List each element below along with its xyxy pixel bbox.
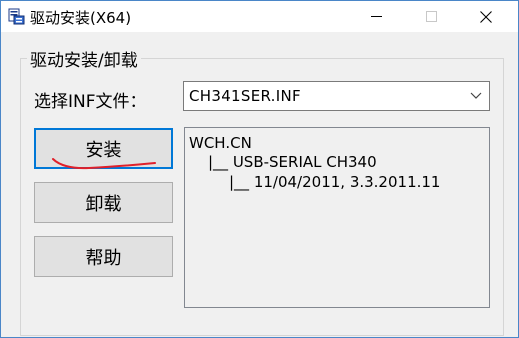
driver-setup-icon (8, 8, 25, 25)
driver-info-box: WCH.CN |__ USB-SERIAL CH340 |__ 11/04/20… (184, 127, 490, 308)
inf-file-select[interactable]: CH341SER.INF (183, 81, 490, 111)
close-button[interactable] (463, 1, 509, 32)
minimize-icon (370, 16, 382, 17)
minimize-button[interactable] (353, 1, 399, 32)
title-bar[interactable]: 驱动安装(X64) (1, 1, 518, 32)
inf-file-label: 选择INF文件： (34, 92, 147, 112)
inf-file-value: CH341SER.INF (189, 87, 301, 105)
window-title: 驱动安装(X64) (30, 9, 132, 27)
help-button[interactable]: 帮助 (34, 236, 173, 277)
install-button-label: 安装 (85, 139, 122, 161)
maximize-icon (425, 11, 437, 22)
group-label: 驱动安装/卸载 (27, 46, 141, 71)
maximize-button[interactable] (408, 1, 454, 32)
close-icon (480, 10, 492, 23)
uninstall-button-label: 卸载 (85, 193, 122, 215)
driver-setup-window: 驱动安装(X64) 驱动安装/卸载 选择INF文件： CH341SER.INF … (0, 0, 519, 338)
chevron-down-icon[interactable] (469, 88, 483, 102)
uninstall-button[interactable]: 卸载 (34, 182, 173, 223)
info-line-vendor: WCH.CN (189, 134, 252, 152)
info-line-device: |__ USB-SERIAL CH340 (208, 153, 377, 171)
install-button[interactable]: 安装 (34, 128, 173, 169)
info-line-version: |__ 11/04/2011, 3.3.2011.11 (229, 173, 441, 191)
help-button-label: 帮助 (85, 247, 122, 269)
